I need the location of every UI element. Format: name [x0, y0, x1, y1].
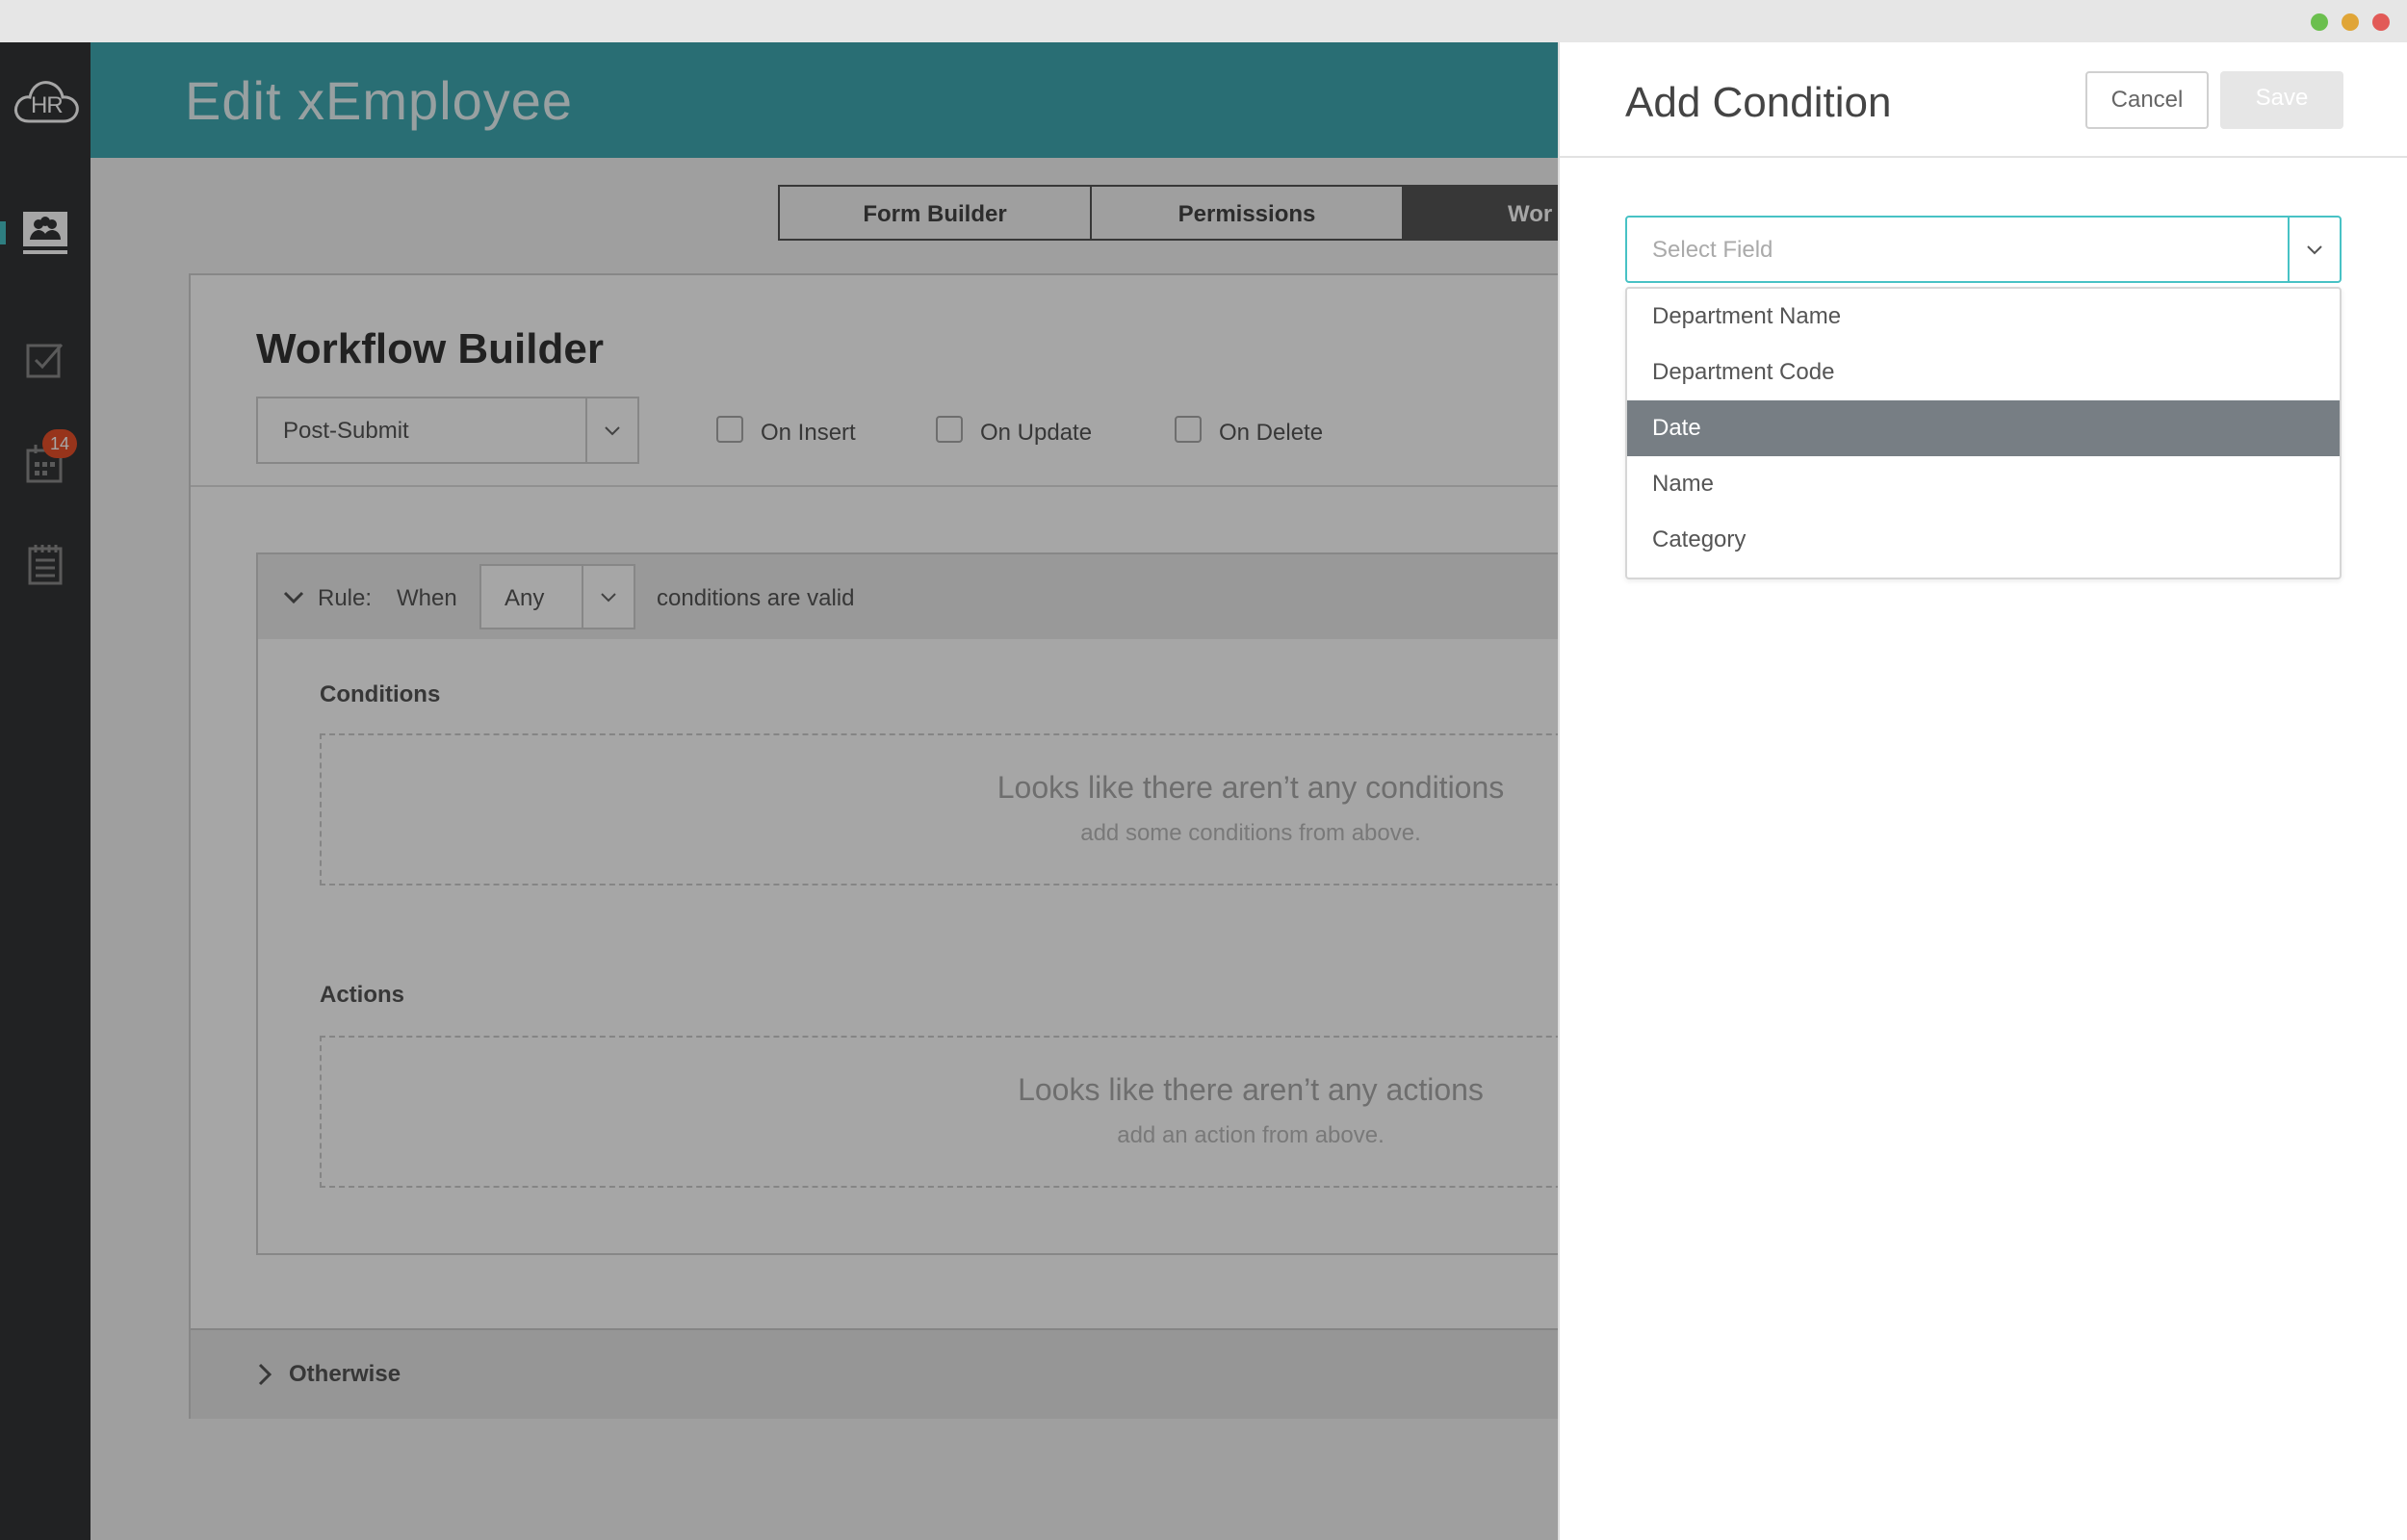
sidebar-item-employees[interactable]: [21, 208, 71, 258]
conditions-empty-state: Looks like there aren’t any conditions a…: [320, 733, 1558, 886]
actions-empty-subtitle: add an action from above.: [1117, 1122, 1385, 1148]
logo-text: HR: [31, 92, 64, 118]
option-name[interactable]: Name: [1627, 456, 2340, 512]
card-divider: [191, 485, 1558, 487]
tab-workflow[interactable]: Wor: [1402, 185, 1558, 241]
sidebar-item-notes[interactable]: [27, 543, 65, 587]
tab-permissions[interactable]: Permissions: [1090, 185, 1404, 241]
rule-collapse-toggle[interactable]: [283, 587, 304, 613]
chevron-down-icon: [605, 426, 620, 436]
option-department-code[interactable]: Department Code: [1627, 345, 2340, 400]
otherwise-toggle[interactable]: [256, 1363, 273, 1391]
match-select[interactable]: Any: [479, 564, 635, 629]
conditions-empty-title: Looks like there aren’t any conditions: [996, 770, 1505, 805]
window-titlebar: [0, 0, 2407, 43]
select-field-arrow[interactable]: [2288, 218, 2340, 281]
on-update-checkbox[interactable]: [936, 416, 963, 443]
chevron-right-icon: [258, 1363, 272, 1386]
select-field-placeholder: Select Field: [1652, 237, 1773, 263]
actions-label: Actions: [320, 982, 405, 1008]
on-insert-label: On Insert: [761, 420, 856, 446]
trigger-select[interactable]: Post-Submit: [256, 397, 639, 464]
checkbox-icon: [26, 344, 64, 378]
chevron-down-icon: [601, 593, 616, 603]
conditions-label: Conditions: [320, 681, 441, 707]
tab-form-builder[interactable]: Form Builder: [778, 185, 1092, 241]
actions-empty-title: Looks like there aren’t any actions: [1018, 1072, 1484, 1107]
workflow-card: Workflow Builder Post-Submit On Insert O…: [189, 273, 1558, 1419]
close-window-button[interactable]: [2372, 13, 2390, 31]
app-window: HR 14 Edit xEmployee Form Builder Permis…: [0, 42, 2407, 1540]
rule-block: Rule: When Any conditions are valid Cond…: [256, 552, 1558, 1255]
notification-badge: 14: [42, 429, 77, 458]
otherwise-label: Otherwise: [289, 1361, 401, 1387]
on-delete-checkbox[interactable]: [1175, 416, 1202, 443]
otherwise-section[interactable]: Otherwise: [191, 1328, 1558, 1419]
page-header: Edit xEmployee: [91, 42, 1558, 158]
add-condition-panel: Add Condition Cancel Save Select Field D…: [1558, 42, 2407, 1540]
sidebar-item-tasks[interactable]: [25, 339, 65, 379]
page-title: Edit xEmployee: [185, 70, 574, 131]
cancel-button[interactable]: Cancel: [2085, 71, 2209, 129]
active-indicator: [0, 221, 6, 244]
conditions-empty-subtitle: add some conditions from above.: [1080, 820, 1421, 846]
rule-suffix: conditions are valid: [657, 585, 855, 611]
match-value: Any: [505, 585, 545, 611]
rule-header: Rule: When Any conditions are valid: [258, 554, 1558, 639]
select-arrow: [582, 566, 634, 628]
rule-when: When: [397, 585, 457, 611]
on-delete-label: On Delete: [1219, 420, 1324, 446]
minimize-window-button[interactable]: [2342, 13, 2359, 31]
option-department-name[interactable]: Department Name: [1627, 289, 2340, 345]
trigger-value: Post-Submit: [283, 418, 409, 444]
option-category[interactable]: Category: [1627, 512, 2340, 568]
select-field-input[interactable]: Select Field: [1625, 216, 2342, 283]
actions-empty-state: Looks like there aren’t any actions add …: [320, 1036, 1558, 1188]
on-insert-checkbox[interactable]: [716, 416, 743, 443]
panel-header: Add Condition Cancel Save: [1560, 42, 2407, 158]
rule-label: Rule:: [318, 585, 373, 611]
field-options-dropdown: Department Name Department Code Date Nam…: [1625, 287, 2342, 579]
on-update-label: On Update: [980, 420, 1093, 446]
workflow-title: Workflow Builder: [256, 325, 604, 372]
sidebar-item-calendar[interactable]: 14: [25, 429, 77, 485]
zoom-window-button[interactable]: [2311, 13, 2328, 31]
save-button[interactable]: Save: [2220, 71, 2343, 129]
chevron-down-icon: [283, 591, 304, 604]
select-arrow: [585, 398, 637, 462]
hr-logo[interactable]: HR: [12, 71, 81, 129]
option-date[interactable]: Date: [1627, 400, 2340, 456]
notepad-icon: [28, 545, 63, 585]
panel-title: Add Condition: [1625, 79, 1892, 126]
sidebar: HR 14: [0, 42, 91, 1540]
main-content: Edit xEmployee Form Builder Permissions …: [91, 42, 1558, 1540]
chevron-down-icon: [2307, 245, 2322, 255]
people-card-icon: [23, 212, 67, 254]
